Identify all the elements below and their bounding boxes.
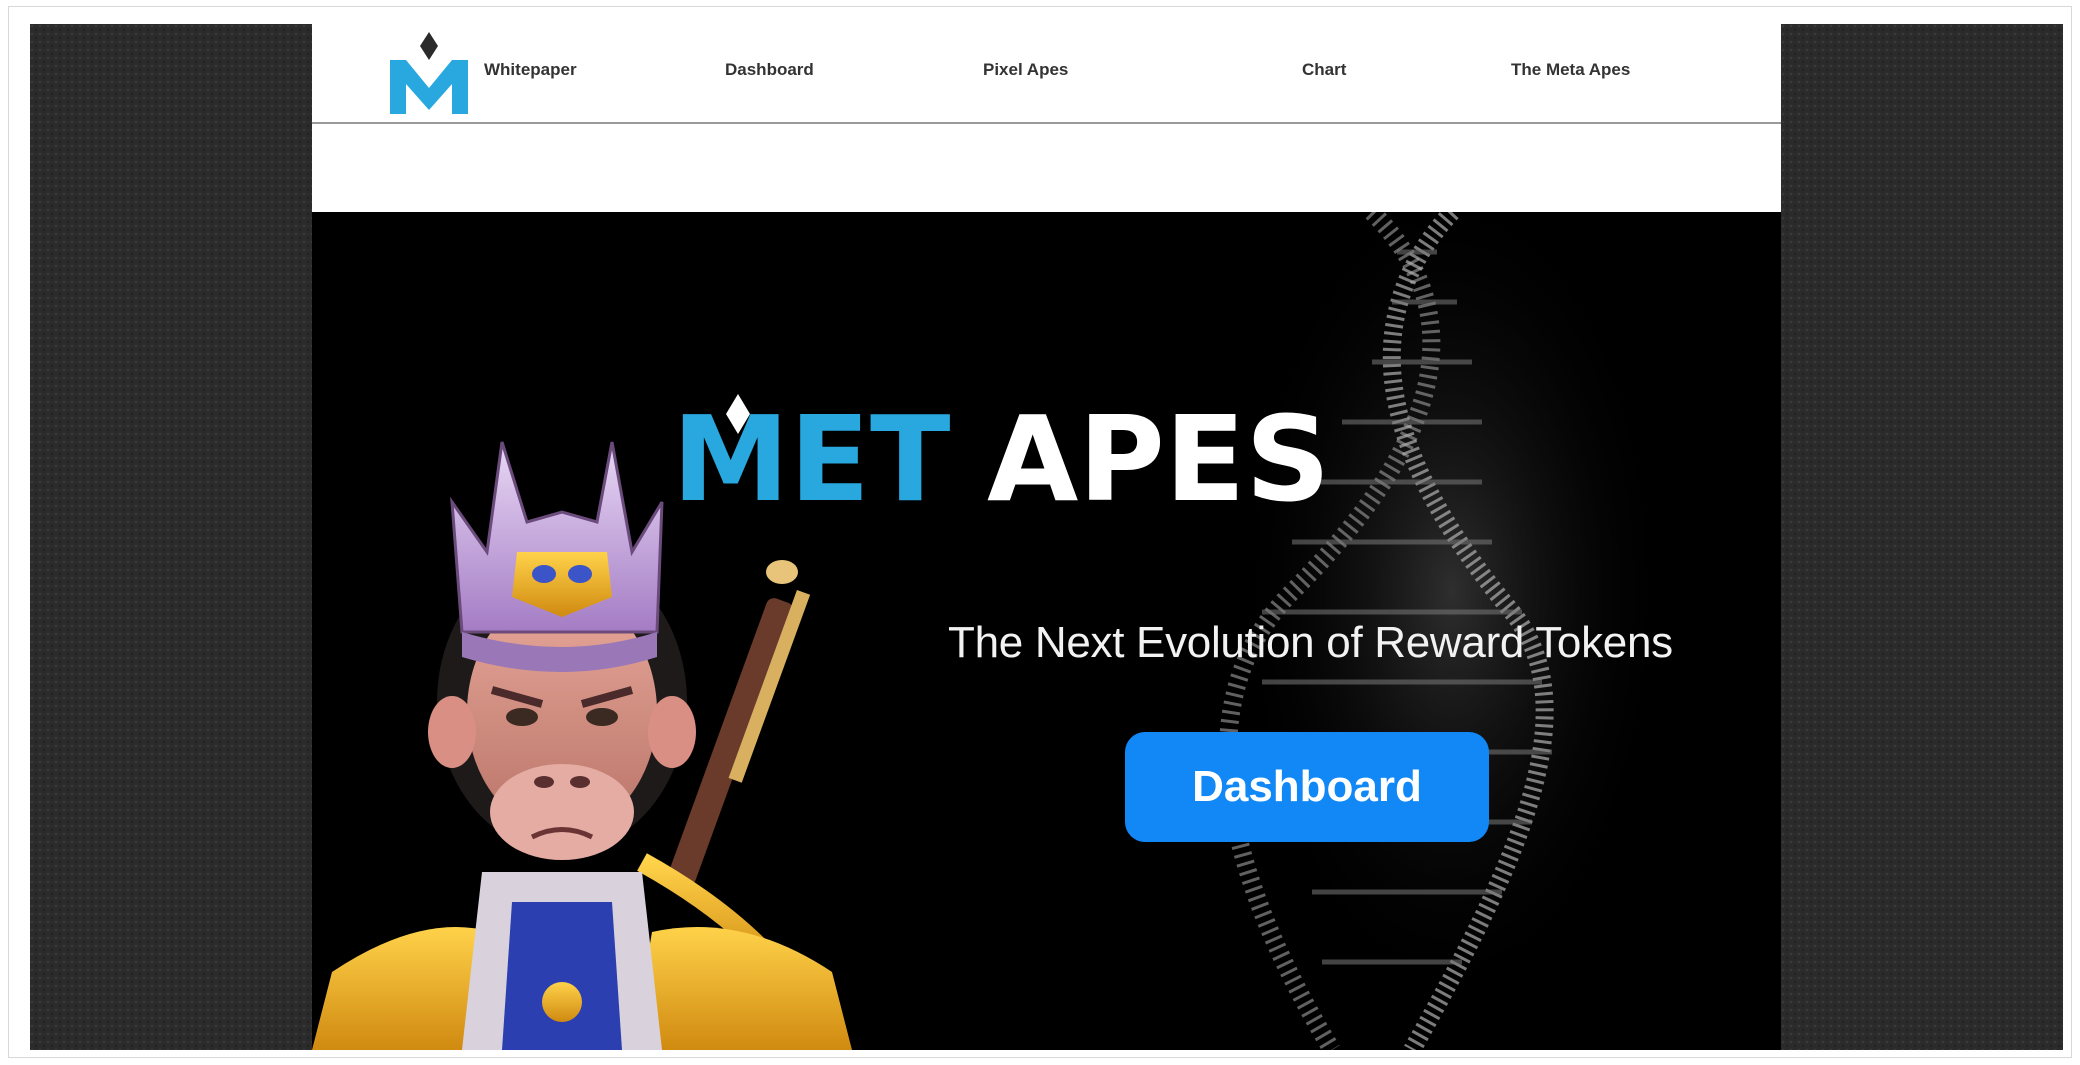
- hero-dashboard-button[interactable]: Dashboard: [1125, 732, 1489, 842]
- nav-whitepaper-link[interactable]: Whitepaper: [484, 60, 577, 80]
- ape-king-illustration: [312, 441, 852, 1050]
- page: Whitepaper Dashboard Pixel Apes Chart Th…: [312, 24, 1781, 1050]
- hero-banner: MET APES The Next Evolution of Reward To…: [312, 212, 1781, 1050]
- top-navbar: Whitepaper Dashboard Pixel Apes Chart Th…: [312, 24, 1781, 124]
- hero-tagline: The Next Evolution of Reward Tokens: [948, 618, 1673, 667]
- nav-the-meta-apes-link[interactable]: The Meta Apes: [1511, 60, 1630, 80]
- brand-meta-text: MET: [672, 390, 951, 528]
- nav-chart-link[interactable]: Chart: [1302, 60, 1346, 80]
- metapes-wordmark: MET APES: [672, 390, 1330, 528]
- navbar-spacer: [312, 124, 1781, 212]
- right-background-panel: [1781, 24, 2063, 1050]
- nav-dashboard-link[interactable]: Dashboard: [725, 60, 814, 80]
- brand-apes-text: APES: [987, 390, 1330, 528]
- left-background-panel: [30, 24, 312, 1050]
- metapes-logo-icon[interactable]: [384, 30, 474, 116]
- nav-pixel-apes-link[interactable]: Pixel Apes: [983, 60, 1068, 80]
